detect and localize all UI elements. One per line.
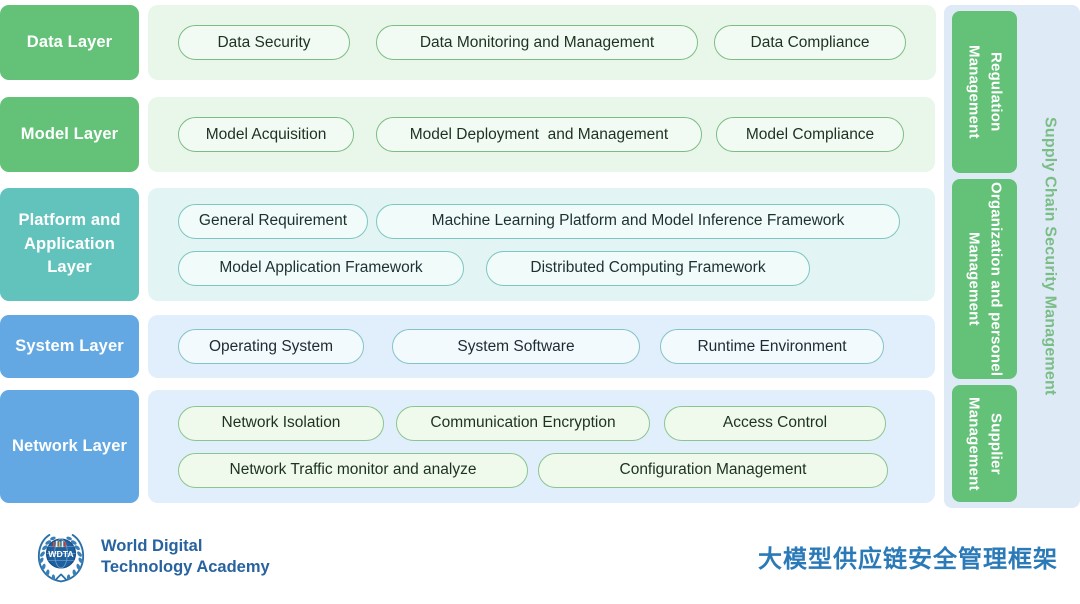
layer-label-platform-and-application-layer[interactable]: Platform and Application Layer (0, 188, 139, 301)
side-panel-box-label: Supplier Management (965, 396, 1005, 491)
layer-label-system-layer[interactable]: System Layer (0, 315, 139, 378)
capability-pill-data-monitoring-and-management[interactable]: Data Monitoring and Management (376, 25, 698, 60)
capability-pill-configuration-management[interactable]: Configuration Management (538, 452, 888, 488)
side-panel-box-supplier-management[interactable]: Supplier Management (952, 385, 1017, 502)
capability-pill-data-compliance[interactable]: Data Compliance (714, 25, 906, 60)
side-panel-title: Supply Chain Security Management (1022, 5, 1078, 508)
capability-pill-system-software[interactable]: System Software (392, 329, 640, 364)
capability-pill-distributed-computing-framework[interactable]: Distributed Computing Framework (486, 250, 810, 286)
layer-row-data-layer: Data Layer Data Security Data Monitoring a… (0, 5, 936, 80)
capability-pill-access-control[interactable]: Access Control (664, 405, 886, 441)
capability-pill-runtime-environment[interactable]: Runtime Environment (660, 329, 884, 364)
layer-stack: Data Layer Data Security Data Monitoring a… (0, 0, 936, 510)
pill-row: Model Application Framework Distributed C… (178, 250, 905, 286)
capability-pill-general-requirement[interactable]: General Requirement (178, 203, 368, 239)
wdta-globe-laurel-logo-icon: WDTA (32, 528, 90, 586)
side-panel-box-regulation-management[interactable]: Regulation Management (952, 11, 1017, 173)
brand-name-label: World Digital Technology Academy (101, 536, 270, 576)
layer-row-platform-and-application-layer: Platform and Application Layer General Re… (0, 188, 935, 301)
layer-label-model-layer[interactable]: Model Layer (0, 97, 139, 172)
pill-row: Network Isolation Communication Encryptio… (178, 405, 905, 441)
capability-pill-model-deployment-and-management[interactable]: Model Deployment and Management (376, 117, 702, 152)
layer-content-system-layer: Operating System System Software Runtime E… (148, 315, 935, 378)
pill-row: General Requirement Machine Learning Plat… (178, 203, 905, 239)
brand-lockup: WDTA World Digital Technology Academy (32, 528, 270, 586)
side-panel-box-list: Regulation Management Organization and pe… (952, 11, 1017, 502)
layer-row-system-layer: System Layer Operating System System Softw… (0, 315, 935, 378)
capability-pill-machine-learning-platform-and-model-inference-framework[interactable]: Machine Learning Platform and Model Infe… (376, 203, 900, 239)
capability-pill-model-compliance[interactable]: Model Compliance (716, 117, 904, 152)
layer-content-platform-and-application-layer: General Requirement Machine Learning Plat… (148, 188, 935, 301)
footer: WDTA World Digital Technology Academy 大模… (0, 510, 1080, 604)
wdta-monogram-text: WDTA (48, 549, 74, 559)
layer-content-data-layer: Data Security Data Monitoring and Managem… (148, 5, 936, 80)
side-panel-box-organization-and-personel-management[interactable]: Organization and personel Management (952, 179, 1017, 379)
pill-row: Data Security Data Monitoring and Managem… (178, 25, 906, 60)
layer-content-model-layer: Model Acquisition Model Deployment and Ma… (148, 97, 935, 172)
capability-pill-network-traffic-monitor-and-analyze[interactable]: Network Traffic monitor and analyze (178, 452, 528, 488)
layer-row-model-layer: Model Layer Model Acquisition Model Deploy… (0, 97, 935, 172)
layer-row-network-layer: Network Layer Network Isolation Communicat… (0, 390, 935, 503)
layer-label-data-layer[interactable]: Data Layer (0, 5, 139, 80)
capability-pill-operating-system[interactable]: Operating System (178, 329, 364, 364)
supply-chain-side-panel: Regulation Management Organization and pe… (944, 5, 1080, 508)
side-panel-box-label: Organization and personel Management (965, 181, 1005, 377)
layer-content-network-layer: Network Isolation Communication Encryptio… (148, 390, 935, 503)
side-panel-title-label: Supply Chain Security Management (1041, 117, 1059, 396)
pill-row: Operating System System Software Runtime E… (178, 329, 905, 364)
capability-pill-communication-encryption[interactable]: Communication Encryption (396, 405, 650, 441)
supply-chain-security-framework-diagram: Data Layer Data Security Data Monitoring a… (0, 0, 1080, 604)
capability-pill-data-security[interactable]: Data Security (178, 25, 350, 60)
chinese-framework-title: 大模型供应链安全管理框架 (758, 545, 1058, 573)
capability-pill-network-isolation[interactable]: Network Isolation (178, 405, 384, 441)
layer-label-network-layer[interactable]: Network Layer (0, 390, 139, 503)
side-panel-box-label: Regulation Management (965, 45, 1005, 139)
pill-row: Network Traffic monitor and analyze Confi… (178, 452, 905, 488)
capability-pill-model-application-framework[interactable]: Model Application Framework (178, 250, 464, 286)
capability-pill-model-acquisition[interactable]: Model Acquisition (178, 117, 354, 152)
pill-row: Model Acquisition Model Deployment and Ma… (178, 117, 905, 152)
